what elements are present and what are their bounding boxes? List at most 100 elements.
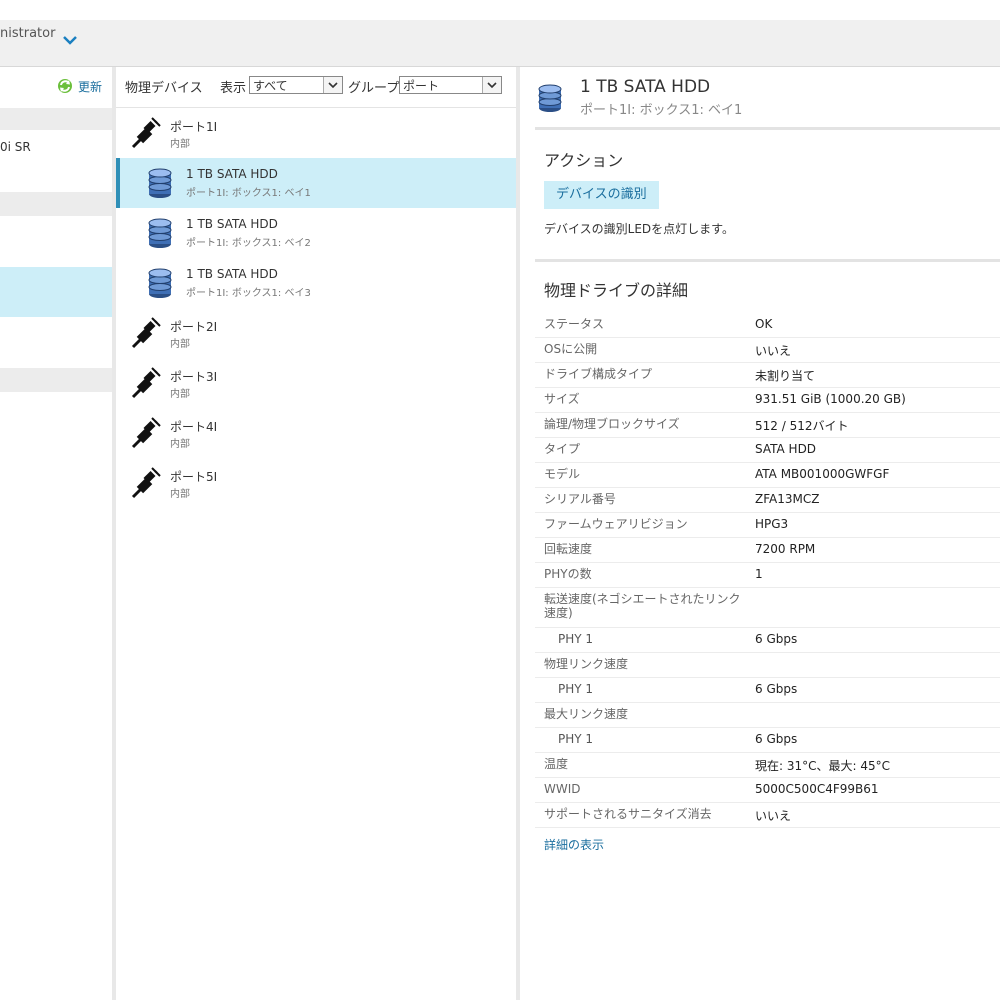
left-group-band xyxy=(0,368,112,392)
detail-value: SATA HDD xyxy=(755,442,817,456)
detail-row: シリアル番号 ZFA13MCZ xyxy=(535,487,1000,513)
detail-value: 5000C500C4F99B61 xyxy=(755,782,879,796)
detail-value: HPG3 xyxy=(755,517,789,531)
item-name: ポート5I xyxy=(170,470,218,484)
item-subtitle: ポート1I: ボックス1: ベイ2 xyxy=(186,238,311,249)
refresh-label: 更新 xyxy=(77,79,102,94)
detail-value: 931.51 GiB (1000.20 GB) xyxy=(755,392,906,406)
detail-value: ZFA13MCZ xyxy=(755,492,820,506)
detail-key: PHY 1 xyxy=(558,732,594,746)
detail-key: ドライブ構成タイプ xyxy=(544,367,653,381)
drive-item[interactable]: 1 TB SATA HDD ポート1I: ボックス1: ベイ1 xyxy=(116,158,516,208)
disk-drive-icon xyxy=(146,167,174,203)
left-group-band xyxy=(0,192,112,216)
detail-value: 6 Gbps xyxy=(755,732,798,746)
detail-key: PHY 1 xyxy=(558,682,594,696)
detail-row: タイプ SATA HDD xyxy=(535,437,1000,463)
detail-row: WWID 5000C500C4F99B61 xyxy=(535,777,1000,803)
show-details-link[interactable]: 詳細の表示 xyxy=(544,836,604,853)
detail-row: ステータス OK xyxy=(535,312,1000,338)
left-selected-item[interactable] xyxy=(0,267,112,317)
detail-key: 物理リンク速度 xyxy=(544,657,629,671)
item-name: 1 TB SATA HDD xyxy=(186,267,278,281)
detail-key: ファームウェアリビジョン xyxy=(544,517,688,531)
chevron-down-icon[interactable] xyxy=(62,34,78,46)
drive-title: 1 TB SATA HDD xyxy=(580,77,711,97)
refresh-icon xyxy=(57,79,72,93)
detail-row: ファームウェアリビジョン HPG3 xyxy=(535,512,1000,538)
disk-drive-icon xyxy=(146,267,174,303)
item-subtitle: 内部 xyxy=(170,339,190,350)
details-heading: 物理ドライブの詳細 xyxy=(544,281,689,300)
detail-value: いいえ xyxy=(755,809,792,823)
device-toolbar: 物理デバイス 表示 すべて グループ ポート xyxy=(116,67,516,108)
item-name: 1 TB SATA HDD xyxy=(186,167,278,181)
panel-title: 物理デバイス xyxy=(125,81,203,96)
item-subtitle: ポート1I: ボックス1: ベイ3 xyxy=(186,288,311,299)
detail-value: 512 / 512バイト xyxy=(755,419,849,433)
view-select[interactable]: すべて xyxy=(249,76,343,94)
detail-key: ステータス xyxy=(544,317,605,331)
section-divider xyxy=(535,259,1000,262)
detail-value: 未割り当て xyxy=(755,369,816,383)
view-select-value: すべて xyxy=(253,79,288,93)
group-select-value: ポート xyxy=(403,79,440,93)
item-name: ポート1I xyxy=(170,120,218,134)
port-item[interactable]: ポート5I 内部 xyxy=(116,458,516,508)
physical-devices-panel: 物理デバイス 表示 すべて グループ ポート ポート1I 内部 1 TB SATA … xyxy=(116,67,516,1000)
left-group-band xyxy=(0,108,112,130)
view-label: 表示 xyxy=(220,81,247,96)
detail-value: 1 xyxy=(755,567,763,581)
detail-key: 論理/物理ブロックサイズ xyxy=(544,417,680,431)
detail-row: 転送速度(ネゴシエートされたリンク速度) xyxy=(535,587,1000,628)
group-label: グループ xyxy=(348,81,400,96)
port-item[interactable]: ポート1I 内部 xyxy=(116,108,516,158)
item-name: ポート4I xyxy=(170,420,218,434)
identify-device-button[interactable]: デバイスの識別 xyxy=(544,181,659,209)
detail-row: ドライブ構成タイプ 未割り当て xyxy=(535,362,1000,388)
chevron-down-icon xyxy=(323,77,342,93)
connector-plug-icon xyxy=(130,116,162,154)
detail-row: 論理/物理ブロックサイズ 512 / 512バイト xyxy=(535,412,1000,438)
actions-heading: アクション xyxy=(544,151,624,170)
port-item[interactable]: ポート4I 内部 xyxy=(116,408,516,458)
left-panel: 更新 0i SR xyxy=(0,67,113,1000)
item-subtitle: ポート1I: ボックス1: ベイ1 xyxy=(186,188,311,199)
detail-row: PHY 1 6 Gbps xyxy=(535,627,1000,653)
controller-name[interactable]: 0i SR xyxy=(0,140,31,154)
drive-item[interactable]: 1 TB SATA HDD ポート1I: ボックス1: ベイ2 xyxy=(116,208,516,258)
refresh-button[interactable]: 更新 xyxy=(56,77,102,95)
detail-key: 回転速度 xyxy=(544,542,593,556)
item-subtitle: 内部 xyxy=(170,439,190,450)
user-menu-label[interactable]: nistrator xyxy=(0,26,55,41)
port-item[interactable]: ポート3I 内部 xyxy=(116,358,516,408)
detail-value: 7200 RPM xyxy=(755,542,816,556)
detail-value: 現在: 31°C、最大: 45°C xyxy=(755,759,891,773)
detail-key: モデル xyxy=(544,467,581,481)
connector-plug-icon xyxy=(130,416,162,454)
detail-key: シリアル番号 xyxy=(544,492,616,506)
drive-item[interactable]: 1 TB SATA HDD ポート1I: ボックス1: ベイ3 xyxy=(116,258,516,308)
connector-plug-icon xyxy=(130,316,162,354)
detail-key: 温度 xyxy=(544,757,569,771)
detail-row: 物理リンク速度 xyxy=(535,652,1000,678)
disk-drive-icon xyxy=(538,84,562,112)
chevron-down-icon xyxy=(482,77,501,93)
detail-value: 6 Gbps xyxy=(755,682,798,696)
connector-plug-icon xyxy=(130,366,162,404)
detail-row: PHYの数 1 xyxy=(535,562,1000,588)
item-subtitle: 内部 xyxy=(170,139,190,150)
header-bar: nistrator xyxy=(0,20,1000,67)
section-divider xyxy=(535,127,1000,130)
item-name: ポート3I xyxy=(170,370,218,384)
port-item[interactable]: ポート2I 内部 xyxy=(116,308,516,358)
detail-row: PHY 1 6 Gbps xyxy=(535,727,1000,753)
detail-key: サイズ xyxy=(544,392,580,406)
top-strip xyxy=(0,0,1000,20)
detail-key: 転送速度(ネゴシエートされたリンク速度) xyxy=(544,592,741,620)
group-select[interactable]: ポート xyxy=(399,76,502,94)
item-subtitle: 内部 xyxy=(170,389,190,400)
detail-key: タイプ xyxy=(544,442,581,456)
drive-detail-panel: 1 TB SATA HDD ポート1I: ボックス1: ベイ1 アクション デバ… xyxy=(520,67,1000,1000)
item-name: 1 TB SATA HDD xyxy=(186,217,278,231)
